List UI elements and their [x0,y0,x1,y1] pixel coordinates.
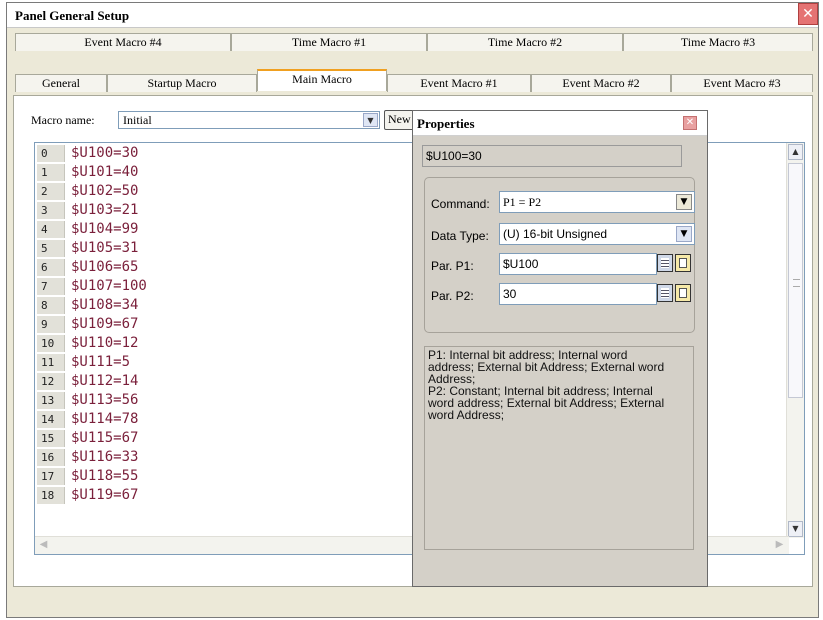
properties-title: Properties [417,116,475,131]
line-code[interactable]: $U111=5 [71,353,130,371]
line-code[interactable]: $U107=100 [71,277,147,295]
command-description: P1: Internal bit address; Internal word … [424,346,694,550]
tab-event-macro-4[interactable]: Event Macro #4 [15,33,231,51]
line-code[interactable]: $U102=50 [71,182,138,200]
statement-preview: $U100=30 [422,145,682,167]
command-select[interactable]: P1 = P2 ▼ [499,191,695,213]
chevron-down-icon[interactable]: ▼ [676,226,692,242]
line-code[interactable]: $U114=78 [71,410,138,428]
tab-event-macro-1[interactable]: Event Macro #1 [387,74,531,92]
line-number: 17 [37,468,65,485]
par-p2-input[interactable]: 30 [499,283,657,305]
line-number: 5 [37,240,65,257]
command-label: Command: [431,197,490,211]
scroll-down-icon[interactable]: ▼ [788,521,803,537]
line-code[interactable]: $U118=55 [71,467,138,485]
vertical-scrollbar[interactable]: ▲ ▼ [786,143,804,538]
calculator-icon[interactable] [657,284,673,302]
data-type-select[interactable]: (U) 16-bit Unsigned ▼ [499,223,695,245]
line-code[interactable]: $U119=67 [71,486,138,504]
line-number: 1 [37,164,65,181]
chevron-down-icon[interactable]: ▼ [676,194,692,210]
keypad-icon[interactable] [675,284,691,302]
line-code[interactable]: $U109=67 [71,315,138,333]
macro-name-value: Initial [123,113,152,127]
tab-time-macro-1[interactable]: Time Macro #1 [231,33,427,51]
line-number: 7 [37,278,65,295]
line-code[interactable]: $U101=40 [71,163,138,181]
line-code[interactable]: $U104=99 [71,220,138,238]
properties-dialog: Properties ✕ $U100=30 Command: P1 = P2 ▼… [412,110,708,587]
grip-icon [793,279,800,287]
line-number: 6 [37,259,65,276]
properties-title-bar: Properties ✕ [413,111,707,136]
line-number: 9 [37,316,65,333]
scroll-left-icon[interactable]: ◀ [36,538,51,553]
tab-time-macro-3[interactable]: Time Macro #3 [623,33,813,51]
chevron-down-icon[interactable]: ▼ [363,113,378,127]
scroll-right-icon[interactable]: ▶ [772,538,787,553]
line-code[interactable]: $U110=12 [71,334,138,352]
line-number: 16 [37,449,65,466]
line-code[interactable]: $U113=56 [71,391,138,409]
line-number: 13 [37,392,65,409]
tab-time-macro-2[interactable]: Time Macro #2 [427,33,623,51]
line-code[interactable]: $U115=67 [71,429,138,447]
close-icon[interactable]: ✕ [798,3,818,25]
title-bar: Panel General Setup ✕ [7,3,818,28]
calculator-icon[interactable] [657,254,673,272]
line-code[interactable]: $U116=33 [71,448,138,466]
line-number: 14 [37,411,65,428]
keypad-icon[interactable] [675,254,691,272]
line-number: 10 [37,335,65,352]
scroll-up-icon[interactable]: ▲ [788,144,803,160]
par-p1-label: Par. P1: [431,259,474,273]
par-p2-label: Par. P2: [431,289,474,303]
macro-name-label: Macro name: [31,113,95,127]
close-icon[interactable]: ✕ [683,116,697,130]
par-p1-input[interactable]: $U100 [499,253,657,275]
line-code[interactable]: $U106=65 [71,258,138,276]
line-code[interactable]: $U100=30 [71,144,138,162]
line-number: 8 [37,297,65,314]
tab-event-macro-3[interactable]: Event Macro #3 [671,74,813,92]
line-number: 4 [37,221,65,238]
line-code[interactable]: $U103=21 [71,201,138,219]
line-number: 3 [37,202,65,219]
line-number: 11 [37,354,65,371]
tab-event-macro-2[interactable]: Event Macro #2 [531,74,671,92]
window-title: Panel General Setup [15,8,130,23]
macro-name-select[interactable]: Initial ▼ [118,111,380,129]
tab-main-macro[interactable]: Main Macro [257,69,387,91]
line-code[interactable]: $U108=34 [71,296,138,314]
line-code[interactable]: $U105=31 [71,239,138,257]
tab-general[interactable]: General [15,74,107,92]
data-type-label: Data Type: [431,229,489,243]
scroll-thumb[interactable] [788,163,803,398]
line-number: 15 [37,430,65,447]
line-number: 12 [37,373,65,390]
line-number: 18 [37,487,65,504]
line-number: 0 [37,145,65,162]
line-code[interactable]: $U112=14 [71,372,138,390]
command-value: P1 = P2 [503,195,542,209]
line-number: 2 [37,183,65,200]
data-type-value: (U) 16-bit Unsigned [503,227,608,241]
tab-startup-macro[interactable]: Startup Macro [107,74,257,92]
